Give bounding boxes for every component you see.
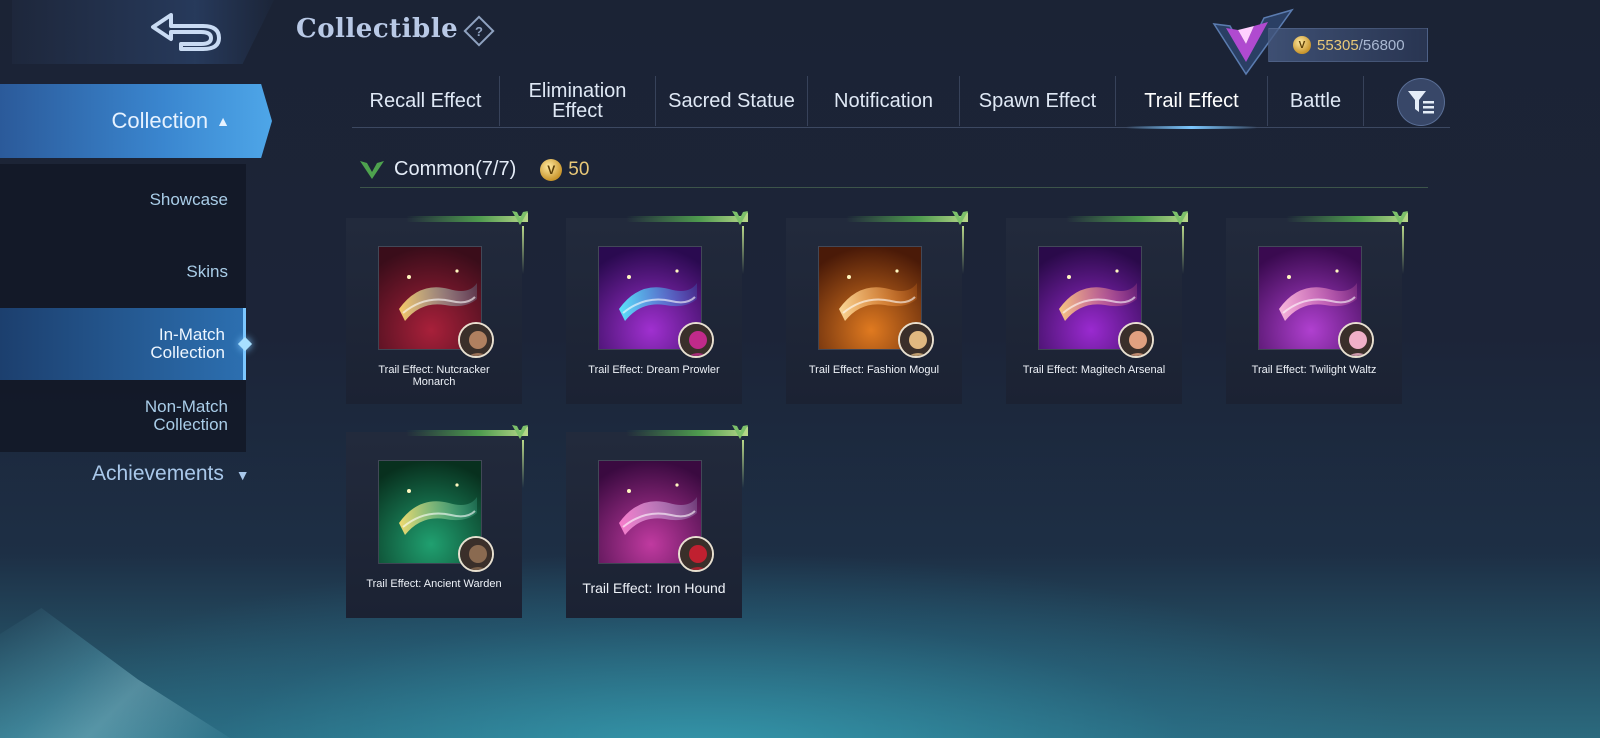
hero-avatar bbox=[458, 322, 494, 358]
section-cost-value: 50 bbox=[568, 158, 590, 180]
card-trim-line bbox=[742, 226, 744, 274]
svg-text:?: ? bbox=[475, 24, 483, 39]
sidebar-subnav: Showcase Skins In-Match Collection Non-Matc… bbox=[0, 164, 246, 452]
trail-effect-name: Trail Effect: Twilight Waltz bbox=[1251, 364, 1377, 376]
section-title: Common(7/7) bbox=[394, 158, 517, 180]
hero-avatar bbox=[458, 536, 494, 572]
trail-effect-name: Trail Effect: Iron Hound bbox=[582, 580, 726, 596]
tab-label: Battle bbox=[1289, 89, 1342, 112]
card-trim-line bbox=[522, 226, 524, 274]
tab-label: Elimination Effect bbox=[528, 79, 627, 122]
card-trim bbox=[846, 212, 968, 222]
trail-effect-card[interactable]: Trail Effect: Twilight Waltz bbox=[1226, 211, 1408, 404]
back-button[interactable] bbox=[140, 8, 230, 54]
section-cost: V 50 bbox=[540, 158, 590, 181]
v-badge-icon bbox=[952, 211, 968, 225]
hero-avatar bbox=[898, 322, 934, 358]
tab-label: Recall Effect bbox=[369, 89, 482, 112]
achievements-label: Achievements bbox=[92, 462, 224, 485]
tab-label: Spawn Effect bbox=[978, 89, 1097, 112]
card-trim-line bbox=[1402, 226, 1404, 274]
v-badge-icon bbox=[732, 211, 748, 225]
trail-effect-card[interactable]: Trail Effect: Iron Hound bbox=[566, 425, 748, 618]
tab-label: Notification bbox=[834, 89, 933, 112]
trail-effect-card[interactable]: Trail Effect: Ancient Warden bbox=[346, 425, 528, 618]
sidebar-item-label: Showcase bbox=[149, 190, 228, 209]
card-trim-line bbox=[742, 440, 744, 488]
v-rank-icon bbox=[360, 160, 384, 179]
sidebar-item-0[interactable]: Showcase bbox=[0, 164, 246, 236]
v-coin-icon: V bbox=[1293, 36, 1311, 54]
tab-4[interactable]: Spawn Effect bbox=[960, 75, 1116, 126]
card-trim bbox=[1066, 212, 1188, 222]
filter-button[interactable] bbox=[1397, 78, 1445, 126]
sidebar-collection-tab[interactable]: Collection ▲ bbox=[0, 84, 272, 158]
sidebar-item-2[interactable]: In-Match Collection bbox=[0, 308, 246, 380]
card-trim-line bbox=[522, 440, 524, 488]
card-trim bbox=[626, 212, 748, 222]
sidebar-achievements[interactable]: Achievements ▼ bbox=[92, 462, 250, 486]
chevron-down-icon: ▼ bbox=[235, 467, 250, 483]
collection-label: Collection bbox=[111, 108, 209, 133]
hero-avatar bbox=[1118, 322, 1154, 358]
question-diamond-icon: ? bbox=[463, 15, 495, 47]
currency-current: 55305 bbox=[1317, 36, 1359, 54]
sidebar-item-label: In-Match Collection bbox=[150, 325, 225, 362]
tab-2[interactable]: Sacred Statue bbox=[656, 75, 808, 126]
section-header-common: Common(7/7) V 50 bbox=[360, 152, 1428, 188]
currency-max: /56800 bbox=[1358, 36, 1405, 54]
sidebar-item-1[interactable]: Skins bbox=[0, 236, 246, 308]
trail-effect-card[interactable]: Trail Effect: Fashion Mogul bbox=[786, 211, 968, 404]
currency-display: V 55305/56800 bbox=[1268, 28, 1428, 62]
hero-avatar bbox=[1338, 322, 1374, 358]
sidebar-item-3[interactable]: Non-Match Collection bbox=[0, 380, 246, 452]
tab-5[interactable]: Trail Effect bbox=[1116, 75, 1268, 129]
tab-6[interactable]: Battle bbox=[1268, 75, 1364, 126]
card-trim-line bbox=[1182, 226, 1184, 274]
card-trim bbox=[1286, 212, 1408, 222]
page-title: Collectible bbox=[296, 14, 459, 44]
hero-avatar bbox=[678, 536, 714, 572]
trail-effect-name: Trail Effect: Fashion Mogul bbox=[808, 364, 940, 376]
v-badge-icon bbox=[732, 425, 748, 439]
trail-effect-card[interactable]: Trail Effect: Dream Prowler bbox=[566, 211, 748, 404]
background-crystal-decoration bbox=[0, 608, 230, 738]
trail-effect-name: Trail Effect: Nutcracker Monarch bbox=[378, 364, 490, 388]
tab-1[interactable]: Elimination Effect bbox=[500, 75, 656, 126]
card-trim bbox=[626, 426, 748, 436]
v-badge-icon bbox=[512, 211, 528, 225]
tab-3[interactable]: Notification bbox=[808, 75, 960, 126]
hero-avatar bbox=[678, 322, 714, 358]
v-coin-icon: V bbox=[540, 158, 563, 181]
tab-label: Sacred Statue bbox=[668, 89, 795, 112]
trail-effect-name: Trail Effect: Magitech Arsenal bbox=[1022, 364, 1166, 376]
category-tabs: Recall Effect Elimination Effect Sacred St… bbox=[352, 74, 1450, 129]
v-badge-icon bbox=[1392, 211, 1408, 225]
trail-effect-card[interactable]: Trail Effect: Magitech Arsenal bbox=[1006, 211, 1188, 404]
filter-icon bbox=[1408, 91, 1434, 114]
help-button[interactable]: ? bbox=[462, 14, 496, 48]
sidebar-item-label: Skins bbox=[186, 262, 228, 281]
tab-0[interactable]: Recall Effect bbox=[352, 75, 500, 126]
card-trim bbox=[406, 212, 528, 222]
sidebar-item-label: Non-Match Collection bbox=[144, 397, 228, 434]
back-arrow-icon bbox=[151, 13, 221, 51]
trail-effect-name: Trail Effect: Ancient Warden bbox=[366, 578, 502, 590]
v-badge-icon bbox=[1172, 211, 1188, 225]
card-trim bbox=[406, 426, 528, 436]
trail-effect-card[interactable]: Trail Effect: Nutcracker Monarch bbox=[346, 211, 528, 404]
tab-label: Trail Effect bbox=[1144, 89, 1239, 112]
chevron-up-icon: ▲ bbox=[216, 113, 230, 129]
card-trim-line bbox=[962, 226, 964, 274]
trail-effect-name: Trail Effect: Dream Prowler bbox=[588, 364, 720, 376]
v-badge-icon bbox=[512, 425, 528, 439]
